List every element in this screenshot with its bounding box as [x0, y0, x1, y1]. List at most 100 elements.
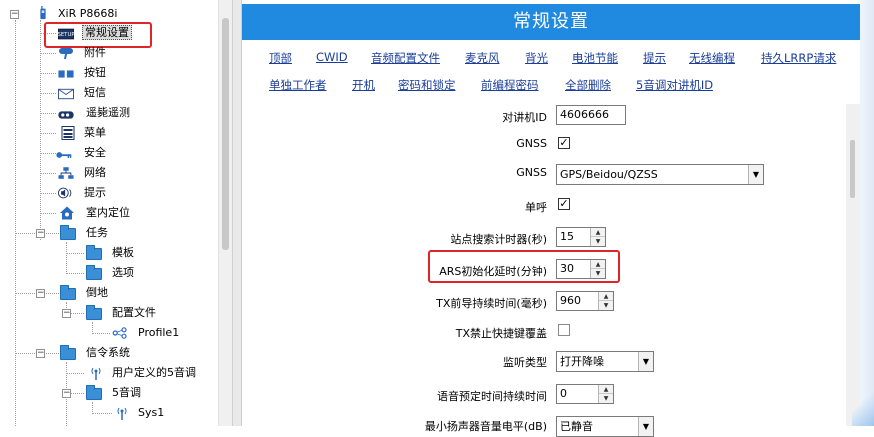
folder-icon [86, 385, 102, 400]
tree-item-user-defined-5tone[interactable]: 用户定义的5音调 [110, 364, 198, 382]
tree-item-label: 菜单 [84, 126, 106, 139]
tree-item-label: 模板 [112, 246, 134, 259]
tree-item-sys1[interactable]: Sys1 [136, 404, 166, 422]
content-scrollbar[interactable] [846, 104, 860, 426]
gnss-label: GNSS [516, 137, 547, 150]
monitor-type-select[interactable]: 打开降噪 ▼ [556, 351, 654, 372]
spin-up-icon[interactable]: ▲ [599, 292, 613, 301]
content-scrollbar-thumb[interactable] [850, 140, 855, 198]
link-delete-all[interactable]: 全部删除 [565, 77, 611, 93]
link-lone-worker[interactable]: 单独工作者 [269, 77, 327, 93]
single-call-checkbox[interactable]: ✓ [558, 198, 570, 210]
tree-item-security[interactable]: 安全 [82, 144, 108, 162]
chevron-down-icon[interactable]: ▼ [638, 417, 653, 436]
spin-up-icon[interactable]: ▲ [591, 228, 605, 237]
link-ota-programming[interactable]: 无线编程 [689, 50, 735, 66]
spin-down-icon[interactable]: ▼ [599, 394, 613, 403]
tree-collapse-signaling[interactable]: − [36, 349, 45, 358]
tree-item-task[interactable]: 任务 [84, 224, 110, 242]
link-power-up[interactable]: 开机 [352, 77, 375, 93]
tree-collapse-root[interactable]: − [10, 10, 19, 19]
link-backlight[interactable]: 背光 [525, 50, 548, 66]
radio-device-icon [40, 6, 46, 20]
tree-collapse-man-down[interactable]: − [36, 289, 45, 298]
tree-item-label: Sys1 [138, 406, 165, 419]
site-search-timer-value: 15 [560, 230, 574, 243]
site-search-timer-stepper[interactable]: 15 ▲ ▼ [556, 227, 606, 247]
voice-announce-label: 语音预定时间持续时间 [437, 390, 547, 403]
tree-collapse-5tone[interactable]: − [62, 389, 71, 398]
tree-item-label: 5音调 [112, 386, 141, 399]
voice-announce-stepper[interactable]: 0 ▲ ▼ [556, 384, 614, 404]
tree-item-label: 网络 [84, 166, 106, 179]
link-5tone-radio-id[interactable]: 5音调对讲机ID [636, 77, 713, 93]
tree-item-label: 室内定位 [86, 206, 130, 219]
tx-preamble-label: TX前导持续时间(毫秒) [436, 297, 547, 310]
tx-preamble-value: 960 [560, 294, 581, 307]
min-volume-select[interactable]: 已静音 ▼ [556, 416, 654, 437]
radio-id-label: 对讲机ID [502, 111, 547, 124]
folder-icon [60, 345, 76, 360]
tree-item-menu[interactable]: 菜单 [82, 124, 108, 142]
link-microphone[interactable]: 麦克风 [465, 50, 500, 66]
tree-item-accessory[interactable]: 附件 [82, 44, 108, 62]
highlight-box-ars [428, 250, 620, 283]
tree-item-network[interactable]: 网络 [82, 164, 108, 182]
spin-down-icon[interactable]: ▼ [591, 237, 605, 246]
tree-item-profile1[interactable]: Profile1 [136, 324, 181, 342]
menu-icon [61, 126, 75, 140]
tx-preamble-stepper[interactable]: 960 ▲ ▼ [556, 291, 614, 311]
tree-item-label: 用户定义的5音调 [112, 366, 196, 379]
tree-item-profiles[interactable]: 配置文件 [110, 304, 158, 322]
tree-item-label: 选项 [112, 266, 134, 279]
site-search-timer-label: 站点搜索计时器(秒) [450, 233, 547, 246]
chevron-down-icon[interactable]: ▼ [748, 165, 763, 184]
folder-icon [86, 305, 102, 320]
tree-item-template[interactable]: 模板 [110, 244, 136, 262]
tree-item-man-down[interactable]: 倒地 [84, 284, 110, 302]
link-audio-profile[interactable]: 音频配置文件 [371, 50, 440, 66]
link-persistent-lrrp[interactable]: 持久LRRP请求 [761, 50, 836, 66]
single-call-label: 单呼 [525, 201, 547, 214]
home-location-icon [60, 206, 74, 220]
spin-up-icon[interactable]: ▲ [599, 385, 613, 394]
tree-item-signaling-system[interactable]: 信令系统 [84, 344, 132, 362]
folder-icon [86, 265, 102, 280]
settings-panel: 常规设置 顶部 CWID 音频配置文件 麦克风 背光 电池节能 提示 无线编程 … [242, 0, 874, 437]
link-password-lock[interactable]: 密码和锁定 [398, 77, 456, 93]
pane-splitter[interactable] [232, 0, 242, 426]
accessory-icon [59, 48, 73, 59]
tree-collapse-task[interactable]: − [36, 229, 45, 238]
speaker-icon [58, 187, 72, 199]
tree-item-label: 附件 [84, 46, 106, 59]
tree-item-label: 信令系统 [86, 346, 130, 359]
navigation-tree: − XiR P8668i SETUP 常规设置 附件 按钮 短信 遥毙遥测 菜单… [0, 0, 232, 426]
tree-item-text-message[interactable]: 短信 [82, 84, 108, 102]
tree-item-label: 倒地 [86, 286, 108, 299]
tree-root-label[interactable]: XiR P8668i [56, 5, 119, 23]
tree-item-alerts[interactable]: 提示 [82, 184, 108, 202]
tx-inhibit-checkbox[interactable] [558, 324, 570, 336]
tree-item-5tone[interactable]: 5音调 [110, 384, 143, 402]
tree-collapse-profiles[interactable]: − [62, 309, 71, 318]
monitor-type-label: 监听类型 [503, 356, 547, 369]
gnss-checkbox[interactable]: ✓ [558, 137, 570, 149]
tree-item-options[interactable]: 选项 [110, 264, 136, 282]
link-top[interactable]: 顶部 [269, 50, 292, 66]
chevron-down-icon[interactable]: ▼ [638, 352, 653, 371]
profile-icon [112, 327, 127, 339]
tree-item-remote-monitor[interactable]: 遥毙遥测 [84, 104, 132, 122]
tree-item-label: 提示 [84, 186, 106, 199]
link-battery-saver[interactable]: 电池节能 [572, 50, 618, 66]
radio-id-input[interactable]: 4606666 [556, 105, 626, 125]
link-preprogram-password[interactable]: 前编程密码 [481, 77, 539, 93]
gnss-mode-select[interactable]: GPS/Beidou/QZSS ▼ [556, 164, 764, 185]
tree-scrollbar-thumb[interactable] [222, 18, 229, 250]
link-cwid[interactable]: CWID [316, 50, 348, 64]
tree-scrollbar[interactable] [218, 0, 232, 426]
tree-item-indoor-location[interactable]: 室内定位 [84, 204, 132, 222]
tree-item-buttons[interactable]: 按钮 [82, 64, 108, 82]
link-alerts[interactable]: 提示 [643, 50, 666, 66]
spin-down-icon[interactable]: ▼ [599, 301, 613, 310]
tree-item-label: 任务 [86, 226, 108, 239]
